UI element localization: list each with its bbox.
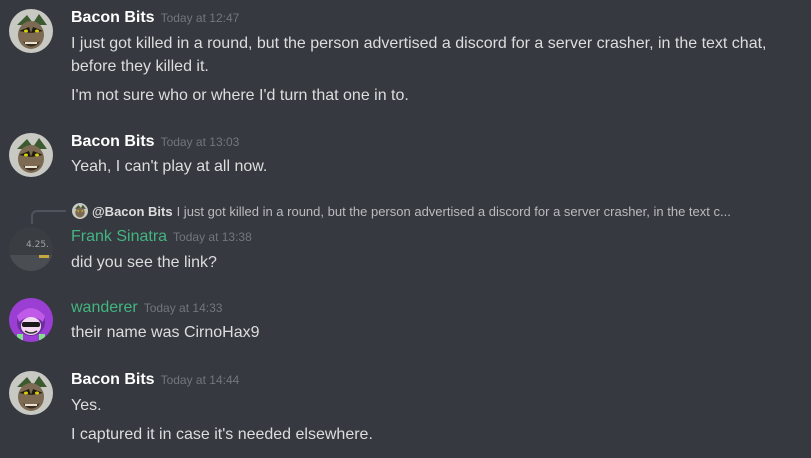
bacon-bits-avatar-icon[interactable]: [9, 133, 53, 177]
message-header: Bacon Bits Today at 14:44: [71, 371, 239, 393]
message-header: Frank Sinatra Today at 13:38: [71, 228, 252, 250]
timestamp: Today at 14:33: [143, 301, 223, 315]
message-content: Yeah, I can't play at all now.: [71, 158, 268, 175]
avatar-text: 4.25.: [26, 240, 49, 250]
message-header: Bacon Bits Today at 13:03: [71, 133, 239, 155]
message-content: I just got killed in a round, but the pe…: [71, 35, 767, 52]
reply-spine: [31, 210, 66, 224]
message-header: wanderer Today at 14:33: [71, 299, 222, 321]
reply-text: I just got killed in a round, but the pe…: [176, 204, 731, 219]
timestamp: Today at 12:47: [160, 11, 240, 25]
message-content: Yes.: [71, 397, 102, 414]
wanderer-avatar-icon[interactable]: [9, 298, 53, 342]
username[interactable]: Bacon Bits: [71, 371, 155, 388]
message-content: their name was CirnoHax9: [71, 324, 260, 341]
bacon-bits-avatar-icon[interactable]: [9, 371, 53, 415]
username[interactable]: Frank Sinatra: [71, 228, 167, 245]
message-content: I captured it in case it's needed elsewh…: [71, 426, 373, 443]
bacon-bits-avatar-icon: [72, 203, 88, 219]
username[interactable]: Bacon Bits: [71, 133, 155, 150]
reply-mention[interactable]: @Bacon Bits: [92, 204, 173, 219]
message-content: I'm not sure who or where I'd turn that …: [71, 87, 409, 104]
timestamp: Today at 14:44: [160, 373, 240, 387]
message-content: before they killed it.: [71, 58, 209, 75]
timestamp: Today at 13:38: [173, 230, 252, 244]
message-header: Bacon Bits Today at 12:47: [71, 9, 239, 31]
timestamp: Today at 13:03: [160, 135, 240, 149]
reply-preview[interactable]: @Bacon Bits I just got killed in a round,…: [72, 203, 802, 221]
message-content: did you see the link?: [71, 254, 217, 271]
bacon-bits-avatar-icon[interactable]: [9, 9, 53, 53]
username[interactable]: Bacon Bits: [71, 9, 155, 26]
frank-sinatra-avatar-icon[interactable]: 4.25.: [9, 227, 53, 271]
chat-messages: Bacon Bits Today at 12:47 I just got kill…: [0, 0, 811, 458]
username[interactable]: wanderer: [71, 299, 138, 316]
